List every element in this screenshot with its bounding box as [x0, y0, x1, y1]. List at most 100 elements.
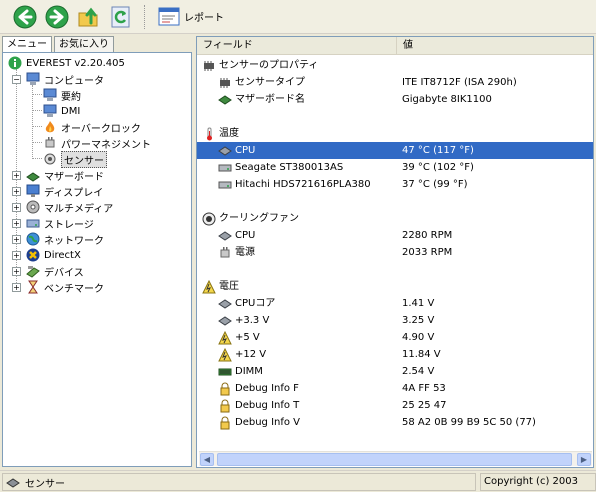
horizontal-scrollbar[interactable]: ◀ ▶: [199, 451, 592, 466]
table-row-selected[interactable]: CPU 47 °C (117 °F): [197, 142, 593, 159]
expand-toggle[interactable]: +: [12, 203, 21, 212]
voltage-icon: [218, 347, 232, 362]
table-row[interactable]: Debug Info T 25 25 47: [197, 397, 593, 414]
report-button[interactable]: レポート: [154, 4, 228, 30]
tree-node-directx[interactable]: DirectX: [25, 247, 81, 263]
table-row[interactable]: +5 V 4.90 V: [197, 329, 593, 346]
field-value: 58 A2 0B 99 B9 5C 50 (77): [402, 417, 536, 428]
fan-icon: [202, 212, 216, 226]
table-row[interactable]: +12 V 11.84 V: [197, 346, 593, 363]
field-label: Debug Info F: [235, 383, 299, 394]
tree-node-multimedia[interactable]: マルチメディア: [25, 199, 113, 215]
table-row[interactable]: マザーボード名 Gigabyte 8IK1100: [197, 91, 593, 108]
tree-node-label: ディスプレイ: [44, 187, 104, 199]
tree-connector: [32, 126, 42, 127]
field-label: CPUコア: [235, 298, 276, 309]
tree-node-network[interactable]: ネットワーク: [25, 231, 104, 247]
expand-toggle[interactable]: +: [12, 283, 21, 292]
tree-connector: [32, 142, 42, 143]
up-button[interactable]: [76, 4, 102, 30]
tree-node-label: ネットワーク: [44, 235, 104, 247]
group-label: クーリングファン: [219, 213, 299, 224]
toolbar-separator: [144, 4, 146, 29]
sensor-detail-list[interactable]: フィールド 値 センサーのプロパティ センサータイプ ITE IT8712F (…: [196, 36, 594, 468]
expand-toggle[interactable]: +: [12, 251, 21, 260]
expand-toggle[interactable]: +: [12, 171, 21, 180]
debug-icon: [218, 399, 232, 413]
field-value: Gigabyte 8IK1100: [402, 94, 492, 105]
table-row[interactable]: Debug Info V 58 A2 0B 99 B9 5C 50 (77): [197, 414, 593, 431]
tree-node-label: デバイス: [44, 267, 84, 279]
expand-toggle[interactable]: +: [12, 267, 21, 276]
hdd-icon: [218, 178, 232, 192]
field-label: +3.3 V: [235, 315, 270, 326]
table-row[interactable]: CPU 2280 RPM: [197, 227, 593, 244]
tree-node-devices[interactable]: デバイス: [25, 263, 84, 279]
table-row[interactable]: Debug Info F 4A FF 53: [197, 380, 593, 397]
field-value: 37 °C (99 °F): [402, 179, 468, 190]
flame-icon: [42, 119, 58, 135]
table-row[interactable]: CPUコア 1.41 V: [197, 295, 593, 312]
tab-favorites[interactable]: お気に入り: [54, 36, 114, 52]
field-value: ITE IT8712F (ISA 290h): [402, 77, 517, 88]
table-row[interactable]: センサータイプ ITE IT8712F (ISA 290h): [197, 74, 593, 91]
table-row[interactable]: Seagate ST380013AS 39 °C (102 °F): [197, 159, 593, 176]
devices-icon: [25, 263, 41, 279]
tree-node-label: EVEREST v2.20.405: [26, 57, 125, 69]
group-row[interactable]: 電圧: [197, 278, 593, 295]
dimm-icon: [218, 365, 232, 379]
scroll-right-button[interactable]: ▶: [577, 453, 591, 466]
thermometer-icon: [202, 127, 216, 141]
column-header-field[interactable]: フィールド: [197, 37, 397, 55]
tree-node-label: パワーマネジメント: [61, 139, 151, 151]
tree-node-benchmark[interactable]: ベンチマーク: [25, 279, 104, 295]
cpu-icon: [218, 229, 232, 243]
column-header-value[interactable]: 値: [397, 37, 593, 55]
network-icon: [25, 231, 41, 247]
report-icon: [158, 7, 180, 25]
refresh-button[interactable]: [108, 4, 134, 30]
group-row[interactable]: クーリングファン: [197, 210, 593, 227]
expand-toggle[interactable]: +: [12, 219, 21, 228]
forward-button[interactable]: [44, 4, 70, 30]
motherboard-icon: [218, 93, 232, 107]
tree-node-everest[interactable]: EVEREST v2.20.405: [7, 55, 125, 71]
group-row[interactable]: センサーのプロパティ: [197, 57, 593, 74]
tree-node-summary[interactable]: 要約: [42, 87, 81, 103]
table-row[interactable]: Hitachi HDS721616PLA380 37 °C (99 °F): [197, 176, 593, 193]
scroll-left-button[interactable]: ◀: [200, 453, 214, 466]
status-label: センサー: [25, 478, 65, 490]
info-icon: [7, 55, 23, 71]
field-label: +5 V: [235, 332, 260, 343]
status-section: センサー: [2, 473, 476, 491]
computer-icon: [42, 103, 58, 119]
tree-node-power-management[interactable]: パワーマネジメント: [42, 135, 151, 151]
tree-node-display[interactable]: ディスプレイ: [25, 183, 103, 199]
tree-node-label: DMI: [61, 105, 81, 117]
table-row[interactable]: DIMM 2.54 V: [197, 363, 593, 380]
navigation-tree[interactable]: EVEREST v2.20.405 − コンピュータ 要約 DMI オーバークロ…: [2, 52, 192, 467]
tree-node-label: ベンチマーク: [44, 283, 104, 295]
table-row[interactable]: 電源 2033 RPM: [197, 244, 593, 261]
expand-toggle[interactable]: +: [12, 187, 21, 196]
scroll-thumb[interactable]: [217, 453, 572, 466]
collapse-toggle[interactable]: −: [12, 75, 21, 84]
field-label: 電源: [235, 247, 255, 258]
back-button[interactable]: [12, 4, 38, 30]
tree-node-sensor[interactable]: センサー: [42, 150, 107, 168]
tab-menu[interactable]: メニュー: [2, 36, 52, 53]
tree-node-storage[interactable]: ストレージ: [25, 215, 94, 231]
table-row[interactable]: +3.3 V 3.25 V: [197, 312, 593, 329]
computer-icon: [25, 71, 41, 87]
tree-node-motherboard[interactable]: マザーボード: [25, 167, 104, 183]
field-label: +12 V: [235, 349, 267, 360]
field-label: Debug Info T: [235, 400, 300, 411]
tree-node-dmi[interactable]: DMI: [42, 103, 80, 119]
field-value: 2.54 V: [402, 366, 435, 377]
up-folder-icon: [78, 7, 98, 26]
expand-toggle[interactable]: +: [12, 235, 21, 244]
tree-node-overclock[interactable]: オーバークロック: [42, 119, 141, 135]
tree-connector: [32, 94, 42, 95]
tree-node-computer[interactable]: コンピュータ: [25, 71, 104, 87]
group-row[interactable]: 温度: [197, 125, 593, 142]
